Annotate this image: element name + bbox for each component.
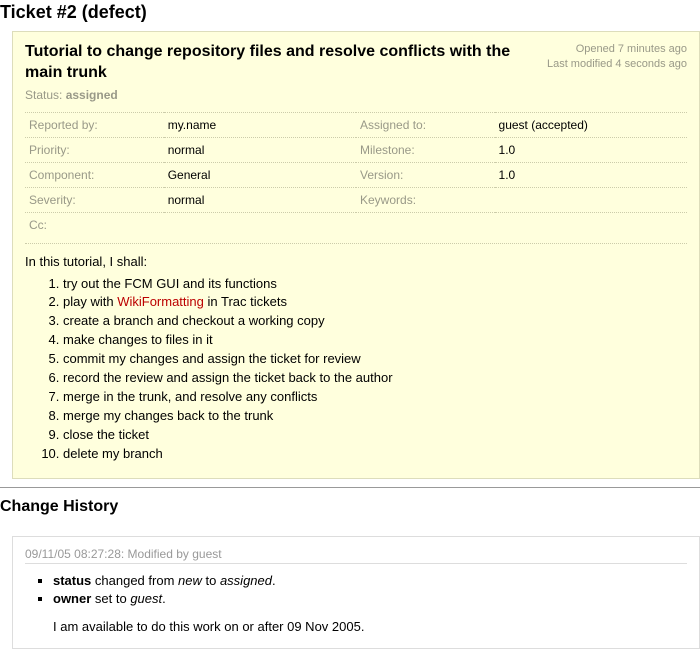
change-item: status changed from new to assigned.: [53, 572, 687, 591]
list-item: make changes to files in it: [63, 331, 687, 350]
modified-time: Last modified 4 seconds ago: [547, 57, 687, 72]
description-intro: In this tutorial, I shall:: [25, 254, 687, 269]
divider: [0, 487, 700, 488]
list-item: delete my branch: [63, 445, 687, 464]
severity-label: Severity:: [25, 187, 164, 212]
list-item: merge in the trunk, and resolve any conf…: [63, 388, 687, 407]
component-value: General: [164, 162, 356, 187]
status-value: assigned: [66, 88, 118, 102]
change-list: status changed from new to assigned. own…: [25, 572, 687, 610]
list-item: try out the FCM GUI and its functions: [63, 275, 687, 294]
cc-value: [164, 212, 356, 237]
priority-label: Priority:: [25, 137, 164, 162]
list-item: record the review and assign the ticket …: [63, 369, 687, 388]
ticket-summary: Tutorial to change repository files and …: [25, 42, 535, 84]
keywords-value: [495, 187, 687, 212]
description-list: try out the FCM GUI and its functions pl…: [25, 275, 687, 464]
milestone-value: 1.0: [495, 137, 687, 162]
keywords-label: Keywords:: [356, 187, 495, 212]
ticket-description: In this tutorial, I shall: try out the F…: [25, 243, 687, 464]
version-label: Version:: [356, 162, 495, 187]
change-header: 09/11/05 08:27:28: Modified by guest: [25, 547, 687, 564]
opened-time: Opened 7 minutes ago: [547, 42, 687, 57]
severity-value: normal: [164, 187, 356, 212]
ticket-meta: Opened 7 minutes ago Last modified 4 sec…: [547, 42, 687, 73]
wiki-link[interactable]: WikiFormatting: [117, 294, 204, 309]
reported-by-label: Reported by:: [25, 112, 164, 137]
version-value: 1.0: [495, 162, 687, 187]
component-label: Component:: [25, 162, 164, 187]
assigned-to-label: Assigned to:: [356, 112, 495, 137]
priority-value: normal: [164, 137, 356, 162]
assigned-to-value: guest (accepted): [495, 112, 687, 137]
reported-by-value: my.name: [164, 112, 356, 137]
status-line: Status: assigned: [25, 88, 687, 102]
list-item: create a branch and checkout a working c…: [63, 312, 687, 331]
status-label: Status:: [25, 88, 62, 102]
list-item: play with WikiFormatting in Trac tickets: [63, 293, 687, 312]
change-history-heading: Change History: [0, 498, 700, 516]
milestone-label: Milestone:: [356, 137, 495, 162]
list-item: merge my changes back to the trunk: [63, 407, 687, 426]
list-item: commit my changes and assign the ticket …: [63, 350, 687, 369]
ticket-box: Tutorial to change repository files and …: [12, 31, 700, 479]
cc-label: Cc:: [25, 212, 164, 237]
page-title: Ticket #2 (defect): [0, 2, 700, 23]
ticket-properties: Reported by: my.name Assigned to: guest …: [25, 112, 687, 237]
change-comment: I am available to do this work on or aft…: [53, 619, 687, 634]
change-entry: 09/11/05 08:27:28: Modified by guest sta…: [12, 536, 700, 650]
list-item: close the ticket: [63, 426, 687, 445]
change-item: owner set to guest.: [53, 590, 687, 609]
